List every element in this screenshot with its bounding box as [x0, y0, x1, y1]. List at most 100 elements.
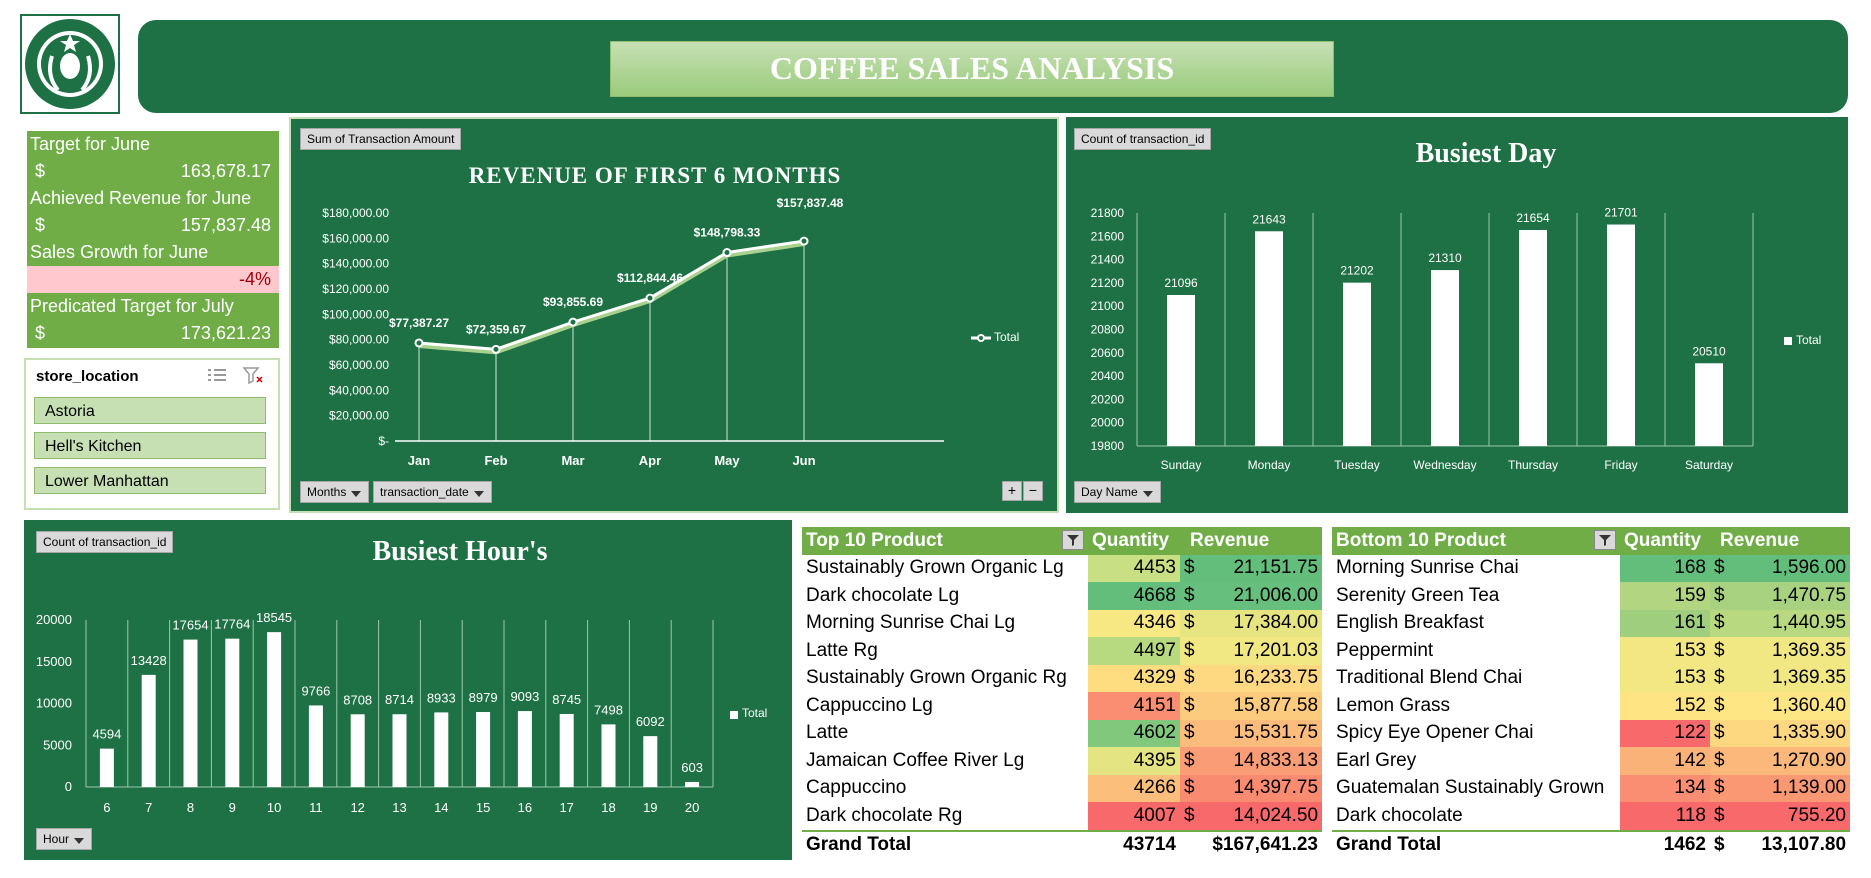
product-quantity: 4453	[1088, 554, 1180, 582]
table-row[interactable]: Latte 4602 $15,531.75	[802, 719, 1323, 747]
day-y-tick: 21800	[1091, 206, 1125, 220]
hour-data-label: 6092	[636, 714, 665, 729]
table-row[interactable]: Dark chocolate Lg 4668 $21,006.00	[802, 582, 1323, 610]
day-y-tick: 20000	[1091, 416, 1125, 430]
table-row[interactable]: Sustainably Grown Organic Rg 4329 $16,233.…	[802, 664, 1323, 692]
day-y-tick: 21000	[1091, 299, 1125, 313]
table-row[interactable]: Traditional Blend Chai 153 $1,369.35	[1332, 664, 1851, 692]
table-row[interactable]: Cappuccino 4266 $14,397.75	[802, 774, 1323, 802]
product-revenue: 21,151.75	[1208, 554, 1323, 582]
clear-filter-icon[interactable]	[242, 366, 264, 384]
revenue-point	[799, 236, 809, 246]
kpi-predicted-label: Predicated Target for July	[30, 296, 234, 316]
table-row[interactable]: Lemon Grass 152 $1,360.40	[1332, 692, 1851, 720]
day-bar	[1255, 231, 1283, 446]
day-y-tick: 21600	[1091, 229, 1125, 243]
table-row[interactable]: Earl Grey 142 $1,270.90	[1332, 747, 1851, 775]
table-row[interactable]: Cappuccino Lg 4151 $15,877.58	[802, 692, 1323, 720]
months-filter-dropdown[interactable]: Months	[300, 481, 370, 503]
collapse-field-button[interactable]: −	[1023, 481, 1043, 501]
revenue-x-tick: Jun	[792, 453, 815, 468]
hour-data-label: 603	[681, 760, 703, 775]
currency-symbol: $	[1710, 747, 1738, 775]
revenue-y-tick: $-	[378, 434, 389, 448]
table-row[interactable]: Latte Rg 4497 $17,201.03	[802, 637, 1323, 665]
expand-field-button[interactable]: +	[1002, 481, 1022, 501]
filter-icon[interactable]	[1062, 530, 1084, 550]
product-revenue: 17,384.00	[1208, 609, 1323, 637]
slicer-item-hells-kitchen[interactable]: Hell's Kitchen	[34, 432, 266, 459]
hour-x-tick: 12	[350, 800, 364, 815]
table-row[interactable]: Jamaican Coffee River Lg 4395 $14,833.13	[802, 747, 1323, 775]
product-name: Cappuccino Lg	[806, 694, 933, 716]
hour-x-tick: 8	[187, 800, 194, 815]
hour-legend-marker	[730, 711, 738, 719]
product-name: Jamaican Coffee River Lg	[806, 749, 1025, 771]
multi-select-icon[interactable]	[206, 366, 228, 384]
hour-filter-dropdown[interactable]: Hour	[36, 828, 93, 850]
kpi-achieved-currency: $	[35, 215, 46, 235]
table-row[interactable]: Serenity Green Tea 159 $1,470.75	[1332, 582, 1851, 610]
table-row[interactable]: Morning Sunrise Chai 168 $1,596.00	[1332, 554, 1851, 582]
slicer-item-astoria[interactable]: Astoria	[34, 397, 266, 424]
table-row[interactable]: Guatemalan Sustainably Grown 134 $1,139.00	[1332, 774, 1851, 802]
product-quantity: 4668	[1088, 582, 1180, 610]
product-name: Sustainably Grown Organic Lg	[806, 557, 1064, 579]
product-name: English Breakfast	[1336, 612, 1484, 634]
product-revenue: 1,270.90	[1738, 747, 1851, 775]
table-row[interactable]: English Breakfast 161 $1,440.95	[1332, 609, 1851, 637]
bottom10-header-product: Bottom 10 Product	[1332, 527, 1620, 555]
product-quantity: 134	[1620, 774, 1710, 802]
day-data-label: 21202	[1340, 264, 1374, 278]
hour-data-label: 7498	[594, 702, 623, 717]
product-quantity: 4497	[1088, 637, 1180, 665]
revenue-y-tick: $20,000.00	[329, 409, 389, 423]
table-row[interactable]: Dark chocolate 118 $755.20	[1332, 802, 1851, 831]
revenue-data-label: $77,387.27	[389, 316, 449, 330]
hour-data-label: 4594	[92, 727, 121, 742]
slicer-item-lower-manhattan[interactable]: Lower Manhattan	[34, 467, 266, 494]
hour-y-tick: 5000	[43, 737, 72, 752]
hour-x-tick: 20	[685, 800, 699, 815]
product-name: Serenity Green Tea	[1336, 584, 1500, 606]
hour-bar	[308, 705, 323, 787]
table-row[interactable]: Peppermint 153 $1,369.35	[1332, 637, 1851, 665]
day-bar	[1695, 363, 1723, 446]
table-row[interactable]: Morning Sunrise Chai Lg 4346 $17,384.00	[802, 609, 1323, 637]
day-name-filter-dropdown[interactable]: Day Name	[1074, 481, 1161, 503]
day-x-tick: Wednesday	[1413, 458, 1476, 472]
hour-bar	[225, 638, 240, 787]
product-name: Peppermint	[1336, 639, 1434, 661]
top10-header-quantity: Quantity	[1088, 527, 1180, 555]
top10-header-revenue: Revenue	[1180, 527, 1323, 555]
currency-symbol: $	[1180, 664, 1208, 692]
product-quantity: 4266	[1088, 774, 1180, 802]
currency-symbol: $	[1710, 719, 1738, 747]
hour-y-tick: 15000	[36, 654, 72, 669]
table-row[interactable]: Sustainably Grown Organic Lg 4453 $21,151.…	[802, 554, 1323, 582]
hour-x-tick: 18	[601, 800, 615, 815]
product-quantity: 4602	[1088, 719, 1180, 747]
kpi-growth-label: Sales Growth for June	[30, 242, 209, 262]
day-data-label: 20510	[1692, 344, 1726, 358]
hour-data-label: 8979	[469, 690, 498, 705]
filter-icon[interactable]	[1594, 530, 1616, 550]
currency-symbol: $	[1710, 802, 1738, 831]
hour-x-tick: 10	[267, 800, 281, 815]
product-revenue: 15,877.58	[1208, 692, 1323, 720]
product-name: Cappuccino	[806, 777, 907, 799]
transaction-date-filter-dropdown[interactable]: transaction_date	[373, 481, 492, 503]
bottom10-header: Bottom 10 Product Quantity Revenue	[1332, 527, 1851, 555]
table-row[interactable]: Spicy Eye Opener Chai 122 $1,335.90	[1332, 719, 1851, 747]
hour-bar	[99, 748, 114, 787]
product-revenue: 21,006.00	[1208, 582, 1323, 610]
day-x-tick: Sunday	[1161, 458, 1202, 472]
hour-x-tick: 16	[518, 800, 532, 815]
top10-total-rev: $167,641.23	[1180, 829, 1323, 859]
bottom10-header-product-label: Bottom 10 Product	[1336, 529, 1506, 551]
hour-bar	[476, 712, 491, 787]
day-legend-marker	[1784, 337, 1792, 345]
table-row[interactable]: Dark chocolate Rg 4007 $14,024.50	[802, 802, 1323, 831]
revenue-y-tick: $40,000.00	[329, 383, 389, 397]
hour-bar	[685, 781, 700, 787]
